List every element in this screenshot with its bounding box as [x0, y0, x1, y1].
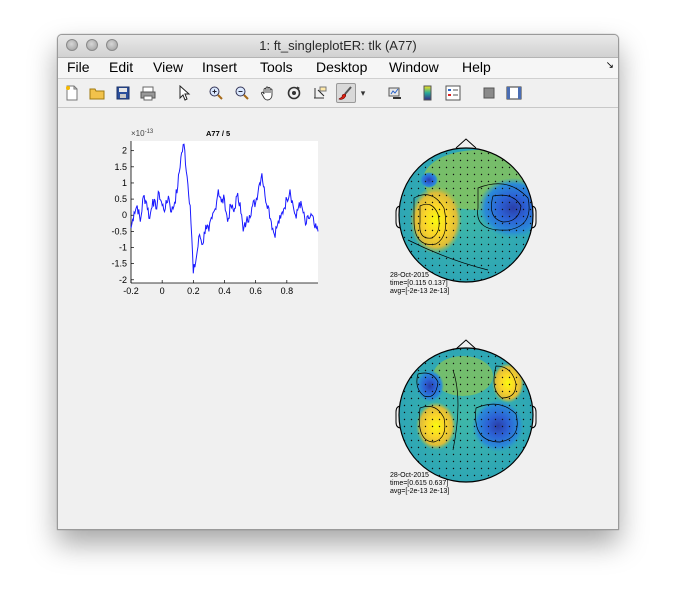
figure-canvas[interactable]: A77 / 5 ×10-13 2 1.5 1 0.5 0 -0.5 -1 -1.5 -2 -0.2… — [58, 108, 618, 529]
pan-hand-icon[interactable] — [258, 83, 278, 103]
dropdown-arrow-icon[interactable]: ▾ — [357, 83, 369, 103]
x-tick-label: 0.2 — [187, 286, 200, 296]
menu-desktop[interactable]: Desktop — [316, 59, 367, 75]
menu-window[interactable]: Window — [389, 59, 439, 75]
y-tick-label: -1.5 — [111, 259, 127, 269]
window-title: 1: ft_singleplotER: tlk (A77) — [259, 38, 417, 53]
dock-arrow-icon[interactable]: ↘ — [606, 60, 614, 71]
y-tick-label: 2 — [122, 146, 127, 156]
y-tick-label: 0.5 — [114, 194, 127, 204]
colorbar-icon[interactable] — [418, 83, 438, 103]
plot-area — [131, 141, 318, 283]
minimize-window-button[interactable] — [86, 39, 98, 51]
figure-toolbar: ▾ — [58, 79, 618, 108]
x-tick-label: 0 — [160, 286, 165, 296]
y-tick-label: 0 — [122, 210, 127, 220]
link-plot-icon[interactable] — [385, 83, 405, 103]
x-tick-label: -0.2 — [123, 286, 139, 296]
menu-view[interactable]: View — [153, 59, 183, 75]
menu-edit[interactable]: Edit — [109, 59, 133, 75]
menu-bar: File Edit View Insert Tools Desktop Wind… — [58, 58, 618, 79]
y-tick-label: -2 — [119, 275, 127, 285]
new-file-icon[interactable] — [62, 83, 82, 103]
y-tick-label: -1 — [119, 243, 127, 253]
y-tick-label: -0.5 — [111, 226, 127, 236]
hide-plot-tools-icon[interactable] — [479, 83, 499, 103]
zoom-window-button[interactable] — [106, 39, 118, 51]
x-tick-label: 0.6 — [249, 286, 262, 296]
rotate-3d-icon[interactable] — [284, 83, 304, 103]
menu-help[interactable]: Help — [462, 59, 491, 75]
close-window-button[interactable] — [66, 39, 78, 51]
figure-window: 1: ft_singleplotER: tlk (A77) File Edit … — [57, 34, 619, 530]
erp-title: A77 / 5 — [206, 129, 230, 138]
brush-icon[interactable] — [336, 83, 356, 103]
open-folder-icon[interactable] — [87, 83, 107, 103]
print-icon[interactable] — [138, 83, 158, 103]
menu-file[interactable]: File — [67, 59, 90, 75]
window-controls — [66, 39, 118, 51]
x-tick-label: 0.4 — [218, 286, 231, 296]
data-cursor-icon[interactable] — [310, 83, 330, 103]
show-plot-tools-icon[interactable] — [504, 83, 524, 103]
y-tick-label: 1.5 — [114, 162, 127, 172]
title-bar[interactable]: 1: ft_singleplotER: tlk (A77) — [58, 35, 618, 58]
x-tick-label: 0.8 — [281, 286, 294, 296]
save-icon[interactable] — [113, 83, 133, 103]
zoom-out-icon[interactable] — [232, 83, 252, 103]
legend-icon[interactable] — [443, 83, 463, 103]
zoom-in-icon[interactable] — [206, 83, 226, 103]
pointer-icon[interactable] — [174, 83, 194, 103]
erp-plot[interactable]: A77 / 5 ×10-13 2 1.5 1 0.5 0 -0.5 -1 -1.5 -2-0.2… — [58, 108, 618, 529]
y-tick-label: 1 — [122, 178, 127, 188]
menu-insert[interactable]: Insert — [202, 59, 237, 75]
menu-tools[interactable]: Tools — [260, 59, 293, 75]
y-exponent: ×10-13 — [131, 129, 154, 138]
